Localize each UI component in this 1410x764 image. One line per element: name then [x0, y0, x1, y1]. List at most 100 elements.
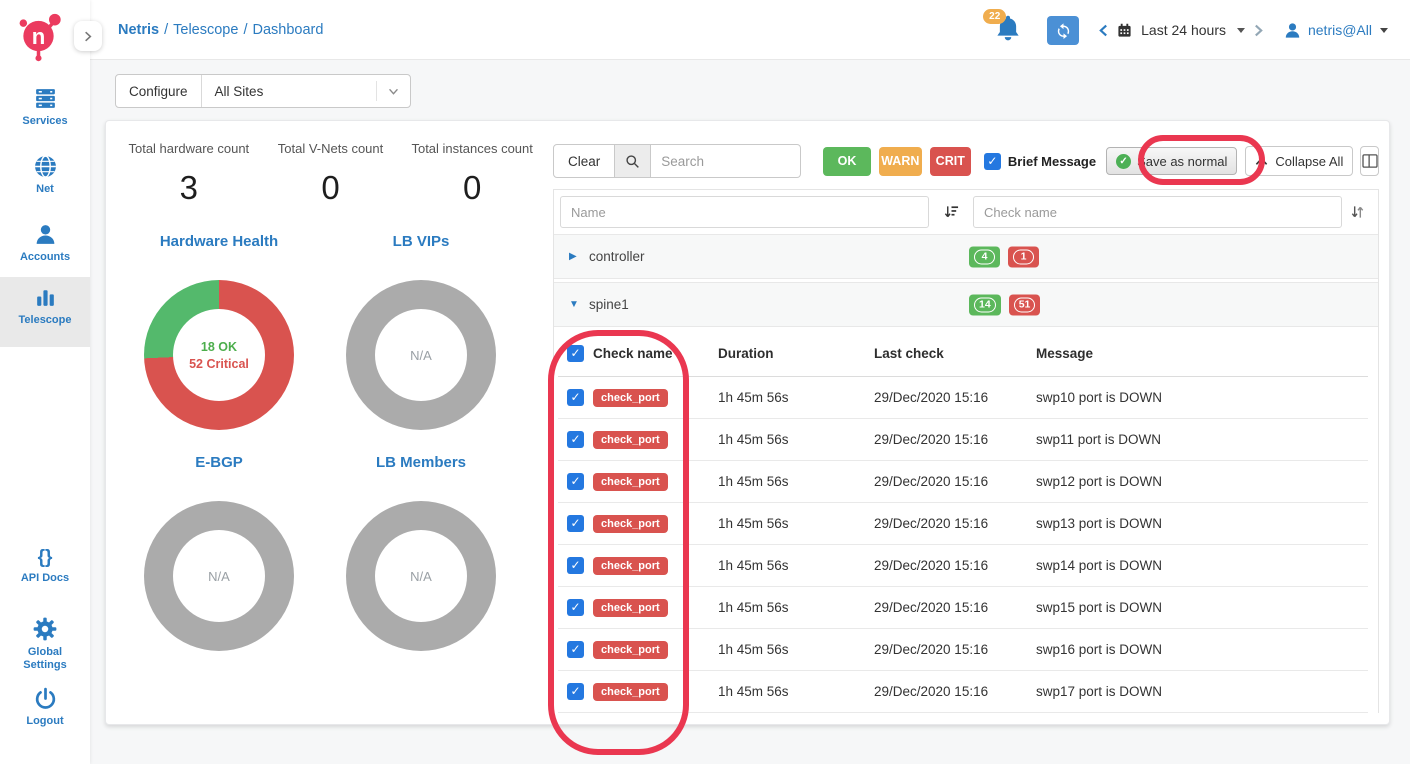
row-checkbox[interactable] [567, 389, 584, 406]
select-all-checkbox[interactable] [567, 345, 584, 362]
donut-na-label: N/A [410, 348, 432, 363]
lb-members-donut[interactable]: N/A [346, 501, 496, 651]
sidebar-label-services: Services [0, 115, 90, 128]
row-checkbox[interactable] [567, 557, 584, 574]
netris-logo[interactable]: n [14, 8, 70, 64]
search-input[interactable] [651, 144, 801, 178]
site-selector-dropdown[interactable] [376, 81, 410, 100]
sidebar-label-net: Net [0, 183, 90, 196]
brief-message-checkbox[interactable] [984, 153, 1001, 170]
checks-subtable: Check name Duration Last check Message c… [558, 330, 1368, 713]
check-name-filter-input[interactable] [973, 196, 1342, 228]
collapse-all-button[interactable]: Collapse All [1245, 146, 1353, 176]
sidebar-item-telescope[interactable]: Telescope [0, 277, 90, 347]
check-circle-icon: ✓ [1116, 154, 1131, 169]
warn-filter-button[interactable]: WARN [879, 147, 922, 176]
last-check-cell: 29/Dec/2020 15:16 [874, 684, 1036, 699]
time-range-next-button[interactable] [1254, 24, 1263, 37]
check-name-sort-button[interactable] [1342, 205, 1372, 219]
expand-down-icon[interactable]: ▼ [569, 299, 589, 310]
row-checkbox[interactable] [567, 641, 584, 658]
donut-ok-label: 18 OK [201, 340, 237, 354]
refresh-button[interactable] [1047, 16, 1079, 45]
check-row: check_port 1h 45m 56s 29/Dec/2020 15:16 … [558, 671, 1368, 713]
e-bgp-donut[interactable]: N/A [144, 501, 294, 651]
last-check-cell: 29/Dec/2020 15:16 [874, 390, 1036, 405]
donut-na-label: N/A [208, 569, 230, 584]
site-selector-value[interactable]: All Sites [202, 84, 376, 99]
duration-cell: 1h 45m 56s [718, 558, 874, 573]
configure-button[interactable]: Configure [116, 75, 202, 107]
search-group: Clear [553, 144, 801, 178]
duration-cell: 1h 45m 56s [718, 474, 874, 489]
sidebar-item-api-docs[interactable]: {} API Docs [0, 540, 90, 585]
row-checkbox[interactable] [567, 473, 584, 490]
crit-filter-button[interactable]: CRIT [930, 147, 971, 176]
column-settings-button[interactable] [1360, 146, 1379, 176]
lb-vips-donut[interactable]: N/A [346, 280, 496, 430]
row-checkbox[interactable] [567, 431, 584, 448]
group-row-controller[interactable]: ▶ controller 4 1 [554, 234, 1378, 279]
sidebar-item-global-settings[interactable]: Global Settings [0, 608, 90, 672]
last-check-cell: 29/Dec/2020 15:16 [874, 474, 1036, 489]
check-row: check_port 1h 45m 56s 29/Dec/2020 15:16 … [558, 419, 1368, 461]
row-checkbox[interactable] [567, 515, 584, 532]
breadcrumb-section[interactable]: Telescope [173, 22, 238, 38]
refresh-icon [1055, 22, 1072, 39]
duration-cell: 1h 45m 56s [718, 684, 874, 699]
row-checkbox[interactable] [567, 683, 584, 700]
user-menu[interactable]: netris@All [1283, 21, 1388, 40]
sidebar-item-net[interactable]: Net [0, 146, 90, 196]
netris-logo-icon: n [14, 8, 70, 64]
check-name-badge: check_port [593, 683, 668, 701]
sidebar-item-logout[interactable]: Logout [0, 678, 90, 728]
sidebar-expand-toggle[interactable] [74, 21, 102, 51]
message-cell: swp13 port is DOWN [1036, 516, 1368, 531]
message-cell: swp15 port is DOWN [1036, 600, 1368, 615]
clear-button[interactable]: Clear [553, 144, 615, 178]
brief-message-label: Brief Message [1008, 154, 1096, 169]
ok-filter-button[interactable]: OK [823, 147, 871, 176]
header-actions: 22 [993, 0, 1388, 60]
totals-row: Total hardware count 3 Total V-Nets coun… [118, 141, 543, 207]
save-as-normal-button[interactable]: ✓ Save as normal [1106, 147, 1237, 175]
time-range-caret-icon[interactable] [1237, 28, 1245, 33]
sidebar-item-services[interactable]: Services [0, 78, 90, 128]
donut-center: N/A [375, 530, 467, 622]
sidebar-label-global-settings: Global Settings [19, 646, 71, 672]
breadcrumb-root[interactable]: Netris [118, 22, 159, 38]
crit-count-badge: 1 [1008, 246, 1039, 267]
time-range-prev-button[interactable] [1099, 24, 1108, 37]
time-range-value[interactable]: Last 24 hours [1141, 22, 1226, 38]
expand-right-icon[interactable]: ▶ [569, 251, 589, 262]
calendar-icon [1117, 23, 1132, 38]
hardware-health-donut[interactable]: 18 OK 52 Critical [144, 280, 294, 430]
sidebar-item-accounts[interactable]: Accounts [0, 214, 90, 264]
netris-app: n Services [0, 0, 1410, 764]
stat-label: Total instances count [401, 141, 543, 156]
breadcrumb-page: Dashboard [252, 22, 323, 38]
columns-icon [1362, 154, 1378, 168]
monitor-panel: Clear OK WARN CRIT B [553, 121, 1379, 724]
braces-icon: {} [0, 548, 90, 568]
chart-lb-members: LB Members N/A [341, 454, 501, 651]
check-name-badge: check_port [593, 389, 668, 407]
notifications-button[interactable]: 22 [993, 13, 1027, 47]
check-name-badge: check_port [593, 641, 668, 659]
monitor-table: ▶ controller 4 1 ▼ spine1 14 51 [553, 189, 1379, 713]
row-checkbox[interactable] [567, 599, 584, 616]
name-sort-button[interactable] [929, 205, 973, 219]
stat-value: 0 [401, 169, 543, 207]
message-cell: swp14 port is DOWN [1036, 558, 1368, 573]
column-duration: Duration [718, 346, 874, 361]
search-button[interactable] [615, 144, 651, 178]
table-filter-row [554, 190, 1378, 234]
user-menu-caret-icon [1380, 28, 1388, 33]
group-row-spine1[interactable]: ▼ spine1 14 51 [554, 282, 1378, 327]
subtable-header: Check name Duration Last check Message [558, 330, 1368, 377]
stat-value: 3 [118, 169, 260, 207]
breadcrumb-separator: / [243, 22, 247, 38]
name-filter-input[interactable] [560, 196, 929, 228]
sidebar: n Services [0, 0, 90, 764]
stat-value: 0 [260, 169, 402, 207]
